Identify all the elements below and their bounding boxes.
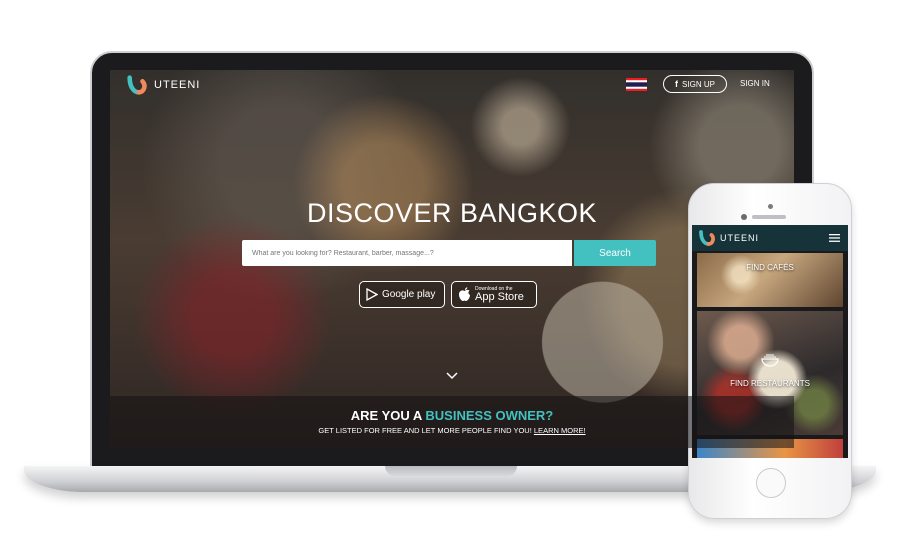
brand-name: UTEENI <box>154 79 201 91</box>
business-owner-banner: ARE YOU A BUSINESS OWNER? GET LISTED FOR… <box>110 396 794 448</box>
google-play-icon <box>366 288 378 301</box>
uteeni-logo-icon <box>127 75 147 95</box>
search-input[interactable] <box>242 240 572 266</box>
facebook-icon: f <box>675 79 679 89</box>
google-play-label: Google play <box>382 289 436 300</box>
banner-title: ARE YOU A BUSINESS OWNER? <box>110 408 794 423</box>
apple-icon <box>459 287 470 301</box>
learn-more-link[interactable]: LEARN MORE! <box>534 426 586 435</box>
tile-label: FIND RESTAURANTS <box>730 379 810 388</box>
sign-up-button[interactable]: f SIGN UP <box>663 75 727 93</box>
chevron-down-icon[interactable] <box>446 372 458 380</box>
phone-home-button[interactable] <box>756 468 786 498</box>
logo[interactable]: UTEENI <box>126 74 200 96</box>
app-store-buttons: Google play Download on the App Store <box>359 281 537 308</box>
hamburger-menu-icon[interactable] <box>829 234 840 242</box>
banner-subtitle-text: GET LISTED FOR FREE AND LET MORE PEOPLE … <box>318 426 534 435</box>
banner-title-prefix: ARE YOU A <box>350 408 426 423</box>
hero-title: DISCOVER BANGKOK <box>306 198 598 228</box>
uteeni-logo-icon[interactable] <box>698 229 716 247</box>
sign-up-label: SIGN UP <box>682 79 715 89</box>
find-cafes-tile[interactable]: FIND CAFÉS <box>697 253 843 307</box>
search-bar: Search <box>242 240 656 266</box>
app-store-label: App Store <box>475 290 524 303</box>
mobile-brand-name: UTEENI <box>720 233 760 243</box>
bowl-icon <box>761 354 779 367</box>
google-play-button[interactable]: Google play <box>359 281 445 308</box>
sign-in-link[interactable]: SIGN IN <box>740 79 770 88</box>
tile-label: FIND CAFÉS <box>746 263 794 272</box>
thailand-flag-icon[interactable] <box>626 78 647 91</box>
search-button[interactable]: Search <box>574 240 656 266</box>
app-store-button[interactable]: Download on the App Store <box>451 281 537 308</box>
banner-subtitle: GET LISTED FOR FREE AND LET MORE PEOPLE … <box>110 426 794 435</box>
desktop-navbar: UTEENI f SIGN UP SIGN IN <box>110 70 794 100</box>
laptop-notch <box>385 466 517 476</box>
banner-title-accent: BUSINESS OWNER? <box>425 408 554 423</box>
